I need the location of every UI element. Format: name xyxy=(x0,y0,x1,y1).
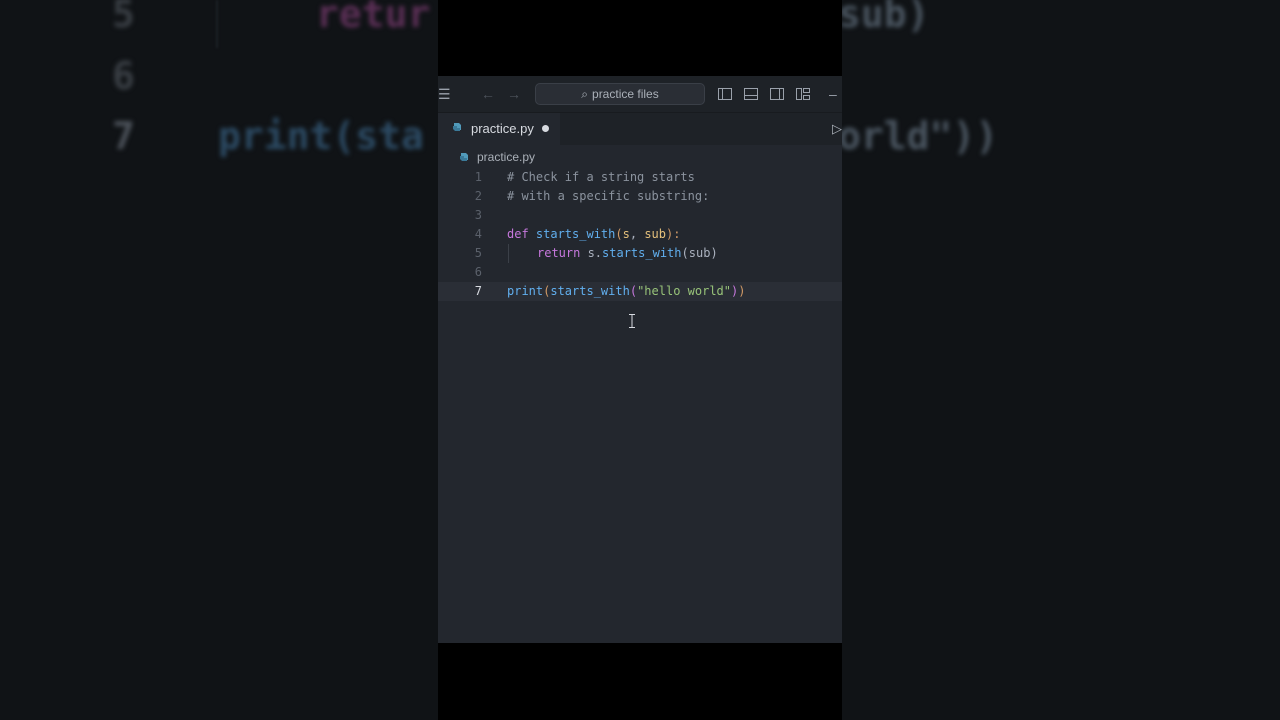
line-number: 1 xyxy=(474,170,482,184)
method-name: starts_with xyxy=(602,246,682,260)
comma: , xyxy=(629,227,645,241)
code-comment: # Check if a string starts xyxy=(507,170,695,184)
toggle-secondary-sidebar-icon[interactable] xyxy=(770,76,784,113)
letterbox-bottom xyxy=(438,643,842,720)
object-s: s. xyxy=(587,246,603,260)
tab-bar: practice.py ▷ xyxy=(438,113,842,147)
breadcrumb: practice.py xyxy=(438,146,842,168)
python-file-icon xyxy=(460,153,468,161)
code-line[interactable]: 1 # Check if a string starts xyxy=(438,168,842,187)
back-arrow-icon[interactable]: ← xyxy=(481,76,495,112)
bg-indent-guide xyxy=(216,0,218,48)
code-line[interactable]: 2 # with a specific substring: xyxy=(438,187,842,206)
builtin-print: print xyxy=(507,284,544,298)
python-file-icon xyxy=(453,123,461,131)
menu-icon[interactable]: ☰ xyxy=(438,76,451,112)
function-name: starts_with xyxy=(535,227,616,241)
letterbox-top xyxy=(438,0,842,76)
line-number: 5 xyxy=(474,246,482,260)
param-s: s xyxy=(622,227,630,241)
code-line[interactable]: 6 xyxy=(438,263,842,282)
keyword-return: return xyxy=(537,246,588,260)
paren-close: ) xyxy=(738,284,746,298)
paren-colon: ): xyxy=(666,227,681,241)
bg-code-text: print(sta xyxy=(218,114,424,158)
breadcrumb-file[interactable]: practice.py xyxy=(477,150,535,164)
code-text: print(starts_with("hello world")) xyxy=(507,282,745,301)
arg-sub: sub xyxy=(688,246,711,260)
code-comment: # with a specific substring: xyxy=(507,189,710,203)
bg-line-number: 5 xyxy=(112,0,135,36)
code-line[interactable]: 5 return s.starts_with(sub) xyxy=(438,244,842,263)
code-text: return s.starts_with(sub) xyxy=(537,244,718,263)
line-number: 2 xyxy=(474,189,482,203)
customize-layout-icon[interactable] xyxy=(796,76,810,113)
bg-code-text-right: orld")) xyxy=(838,114,999,158)
code-text: def starts_with(s, sub): xyxy=(507,225,680,244)
forward-arrow-icon[interactable]: → xyxy=(507,76,521,112)
minimize-icon[interactable]: – xyxy=(829,76,837,112)
line-number: 7 xyxy=(474,284,482,298)
unsaved-dot-icon[interactable] xyxy=(542,125,549,132)
command-center-search[interactable]: ⌕ practice files xyxy=(535,83,705,105)
code-line-active[interactable]: 7 print(starts_with("hello world")) xyxy=(438,282,842,301)
bg-line-number: 6 xyxy=(112,54,135,98)
paren: ( xyxy=(629,284,638,298)
toggle-panel-icon[interactable] xyxy=(744,76,758,113)
paren: ( xyxy=(615,227,623,241)
code-line[interactable]: 3 xyxy=(438,206,842,225)
code-line[interactable]: 4 def starts_with(s, sub): xyxy=(438,225,842,244)
search-icon: ⌕ xyxy=(581,87,589,101)
tab-label: practice.py xyxy=(471,121,534,136)
title-bar: ☰ ← → ⌕ practice files – xyxy=(438,76,842,113)
string-literal: "hello world" xyxy=(637,284,731,298)
paren: ( xyxy=(681,246,689,260)
line-number: 3 xyxy=(474,208,482,222)
toggle-primary-sidebar-icon[interactable] xyxy=(718,76,732,113)
indent-guide xyxy=(508,244,509,263)
text-cursor-icon xyxy=(629,314,635,328)
keyword-def: def xyxy=(507,227,536,241)
line-number: 6 xyxy=(474,265,482,279)
paren-close: ) xyxy=(710,246,718,260)
line-number: 4 xyxy=(474,227,482,241)
bg-line-number: 7 xyxy=(112,114,135,158)
param-sub: sub xyxy=(644,227,666,241)
bg-code-text: retur xyxy=(316,0,431,36)
search-placeholder: practice files xyxy=(592,87,659,101)
bg-code-text-right: sub) xyxy=(838,0,930,36)
function-call: starts_with xyxy=(550,284,630,298)
code-editor[interactable]: 1 # Check if a string starts 2 # with a … xyxy=(438,168,842,638)
run-file-icon[interactable]: ▷ xyxy=(832,121,842,137)
tab-practice-py[interactable]: practice.py xyxy=(438,113,560,147)
editor-window: ☰ ← → ⌕ practice files – practice.py ▷ p… xyxy=(438,76,842,643)
